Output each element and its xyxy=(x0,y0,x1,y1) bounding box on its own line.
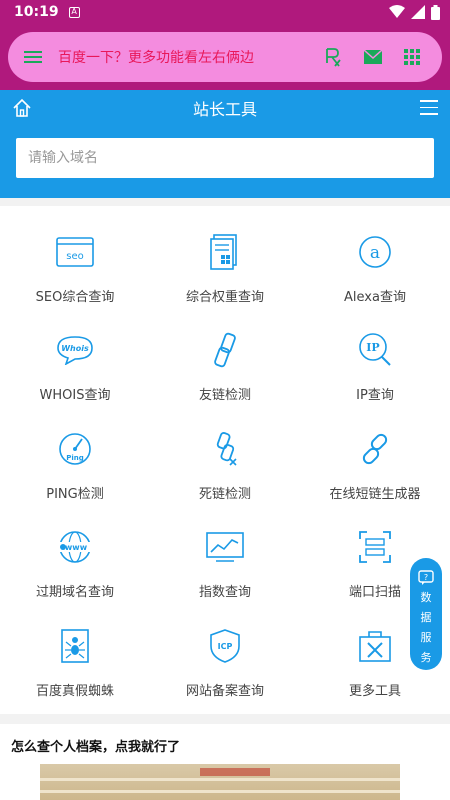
expired-domain-icon: www xyxy=(59,531,91,563)
tool-label: IP查询 xyxy=(356,388,394,404)
index-chart-icon xyxy=(206,532,244,562)
tool-whois[interactable]: Whois WHOIS查询 xyxy=(0,320,150,418)
weight-icon xyxy=(210,234,237,270)
header-section: 站长工具 xyxy=(0,90,450,198)
tool-ip[interactable]: IP IP查询 xyxy=(300,320,450,418)
tool-label: 端口扫描 xyxy=(348,585,401,601)
dead-link-icon xyxy=(216,431,237,466)
status-bar: 10:19 A xyxy=(0,0,450,24)
ping-icon: Ping xyxy=(59,432,91,465)
browser-pill-text[interactable]: 百度一下？更多功能看左右俩边 xyxy=(58,47,324,67)
toolbox-icon xyxy=(359,630,391,662)
tool-grid: seo SEO综合查询 综合权重查询 a Alexa查询 Whois WHOIS… xyxy=(0,206,450,714)
svg-text:?: ? xyxy=(424,573,428,582)
tool-baidu-spider[interactable]: 百度真假蜘蛛 xyxy=(0,616,150,714)
svg-text:Whois: Whois xyxy=(61,344,89,353)
tool-short-link[interactable]: 在线短链生成器 xyxy=(300,419,450,517)
data-service-button[interactable]: ? 数 据 服 务 xyxy=(410,558,442,670)
tool-friend-link[interactable]: 友链检测 xyxy=(150,320,300,418)
whois-icon: Whois xyxy=(57,336,93,366)
tool-label: 更多工具 xyxy=(348,683,401,699)
tool-label: 网站备案查询 xyxy=(185,683,264,699)
svg-text:www: www xyxy=(65,543,88,552)
app-notification-icon: A xyxy=(68,6,80,18)
tool-index[interactable]: 指数查询 xyxy=(150,517,300,615)
link-icon xyxy=(214,333,236,368)
domain-search-box[interactable] xyxy=(16,138,434,178)
signal-icon xyxy=(411,5,425,19)
tool-weight[interactable]: 综合权重查询 xyxy=(150,222,300,320)
mail-icon[interactable] xyxy=(364,50,382,64)
tool-expired-domain[interactable]: www 过期域名查询 xyxy=(0,517,150,615)
domain-input[interactable] xyxy=(28,150,422,166)
status-time: 10:19 xyxy=(14,4,59,20)
grid-icon[interactable] xyxy=(404,49,420,65)
tool-alexa[interactable]: a Alexa查询 xyxy=(300,222,450,320)
rx-icon[interactable] xyxy=(324,47,342,67)
port-scan-icon xyxy=(359,531,391,564)
tool-ping[interactable]: Ping PING检测 xyxy=(0,419,150,517)
tool-seo[interactable]: seo SEO综合查询 xyxy=(0,222,150,320)
tool-label: WHOIS查询 xyxy=(39,388,111,404)
page-title: 站长工具 xyxy=(192,100,257,119)
tool-label: 综合权重查询 xyxy=(185,290,264,305)
tool-label: 友链检测 xyxy=(198,388,251,404)
article-image[interactable] xyxy=(40,764,400,800)
browser-search-pill[interactable]: 百度一下？更多功能看左右俩边 xyxy=(8,32,442,82)
battery-icon xyxy=(431,4,440,20)
tool-label: 在线短链生成器 xyxy=(329,486,421,502)
tool-label: SEO综合查询 xyxy=(35,290,115,305)
help-chat-icon: ? xyxy=(418,570,434,585)
float-char: 据 xyxy=(420,611,432,624)
tool-label: 指数查询 xyxy=(198,585,251,601)
tool-dead-link[interactable]: 死链检测 xyxy=(150,419,300,517)
svg-text:Ping: Ping xyxy=(66,454,84,462)
title-bar: 站长工具 xyxy=(0,90,450,126)
tool-icp[interactable]: ICP 网站备案查询 xyxy=(150,616,300,714)
tool-label: 百度真假蜘蛛 xyxy=(35,683,114,699)
menu-icon[interactable] xyxy=(24,51,42,63)
tool-label: Alexa查询 xyxy=(344,290,406,305)
tool-label: 过期域名查询 xyxy=(35,585,114,601)
article-title[interactable]: 怎么查个人档案，点我就行了 xyxy=(0,724,450,755)
article-card[interactable]: 怎么查个人档案，点我就行了 xyxy=(0,724,450,800)
float-char: 数 xyxy=(420,591,432,604)
short-link-icon xyxy=(362,433,388,464)
spider-icon xyxy=(61,628,89,663)
home-icon[interactable] xyxy=(12,98,32,118)
hamburger-menu-icon[interactable] xyxy=(420,100,438,115)
tool-label: 死链检测 xyxy=(198,486,251,502)
svg-text:ICP: ICP xyxy=(218,642,233,651)
alexa-icon: a xyxy=(359,236,391,268)
ip-icon: IP xyxy=(359,333,391,367)
svg-text:a: a xyxy=(370,243,380,263)
float-char: 务 xyxy=(420,651,432,664)
wifi-icon xyxy=(389,5,405,18)
icp-icon: ICP xyxy=(210,628,240,663)
tool-label: PING检测 xyxy=(46,486,104,502)
svg-text:IP: IP xyxy=(366,341,379,354)
seo-icon: seo xyxy=(56,237,94,267)
browser-bar: 百度一下？更多功能看左右俩边 xyxy=(0,24,450,90)
svg-text:seo: seo xyxy=(66,251,83,262)
float-char: 服 xyxy=(420,631,432,644)
